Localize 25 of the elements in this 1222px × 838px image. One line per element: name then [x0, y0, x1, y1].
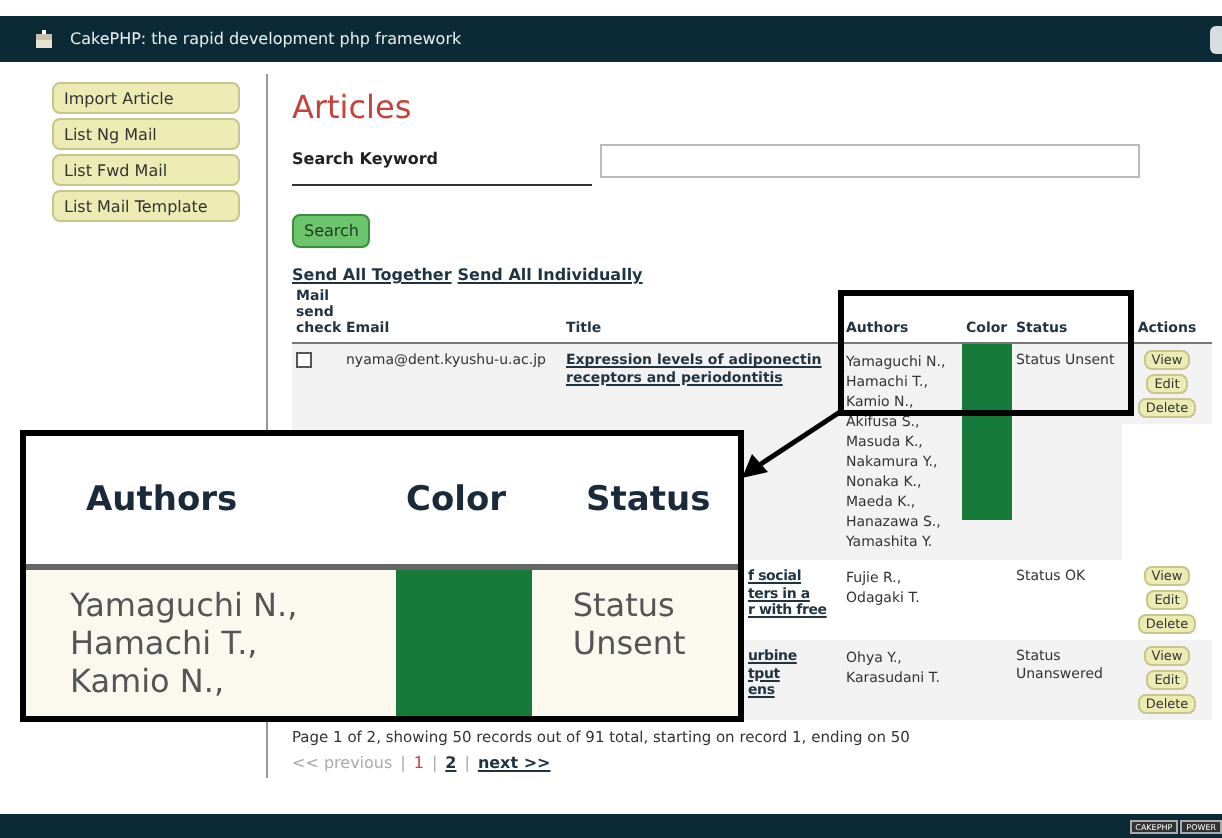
column-header: Color	[406, 480, 509, 520]
separator-text: |	[400, 754, 406, 772]
search-button[interactable]: Search	[292, 214, 371, 248]
checkbox[interactable]	[296, 352, 312, 368]
column-header: Status	[586, 480, 711, 520]
search-field[interactable]	[600, 143, 1140, 177]
send-link[interactable]: Send All Individually	[457, 266, 643, 284]
sidebar-button[interactable]: List Mail Template	[52, 190, 240, 222]
status-cell-text: Status Unsent	[570, 584, 688, 666]
column-header: Authors	[86, 480, 240, 520]
app-icon	[1210, 25, 1222, 53]
separator-text: |	[431, 754, 438, 772]
separator-text: |	[464, 754, 470, 772]
authors-cell-text: Yamaguchi N., Hamachi T., Kamio N.,	[68, 584, 300, 704]
next-link[interactable]: next >>	[477, 754, 551, 772]
sidebar-button[interactable]: Import Article	[52, 82, 240, 114]
sidebar-button[interactable]: List Ng Mail	[52, 118, 240, 150]
page-link[interactable]: 2	[445, 754, 457, 772]
current-page: 1	[413, 754, 424, 772]
header-title: CakePHP: the rapid development php framework	[70, 30, 462, 48]
search-label: Search Keyword	[292, 134, 592, 186]
cake-icon	[34, 29, 54, 49]
page-title: Articles	[292, 88, 414, 126]
sidebar-button[interactable]: List Fwd Mail	[52, 154, 240, 186]
send-link[interactable]: Send All Together	[292, 266, 452, 284]
